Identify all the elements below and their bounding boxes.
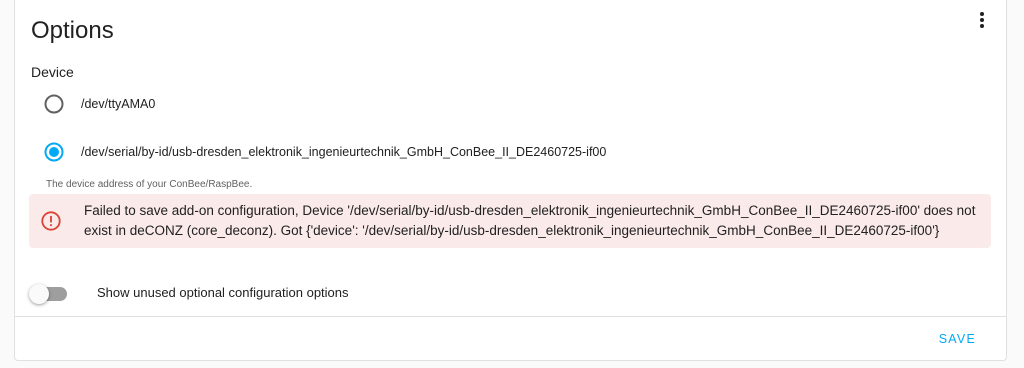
radio-option-label: /dev/ttyAMA0	[81, 97, 156, 111]
radio-checked-icon[interactable]	[44, 142, 64, 162]
error-message: Failed to save add-on configuration, Dev…	[84, 201, 984, 241]
toggle-thumb	[29, 284, 49, 304]
alert-circle-icon	[41, 211, 61, 231]
show-unused-options-row: Show unused optional configuration optio…	[29, 280, 349, 304]
device-helper-text: The device address of your ConBee/RaspBe…	[46, 179, 253, 190]
device-field-label: Device	[31, 64, 74, 80]
radio-option-label: /dev/serial/by-id/usb-dresden_elektronik…	[81, 145, 607, 159]
error-message-line: exist in deCONZ (core_deconz). Got {'dev…	[84, 223, 940, 238]
error-message-line: Failed to save add-on configuration, Dev…	[84, 203, 976, 218]
card-title: Options	[31, 17, 114, 44]
options-card: Options Device /dev/ttyAMA0 /dev/serial/…	[14, 0, 1007, 361]
save-button[interactable]: SAVE	[923, 324, 992, 354]
show-unused-options-label: Show unused optional configuration optio…	[97, 284, 349, 300]
radio-option-ttyama0[interactable]: /dev/ttyAMA0	[31, 84, 155, 124]
radio-option-conbee[interactable]: /dev/serial/by-id/usb-dresden_elektronik…	[31, 132, 606, 172]
card-actions-divider	[15, 316, 1006, 317]
dots-vertical-icon	[980, 12, 984, 28]
overflow-menu-button[interactable]	[970, 8, 994, 32]
radio-unchecked-icon[interactable]	[44, 94, 64, 114]
show-unused-options-toggle[interactable]	[29, 282, 67, 304]
error-alert: Failed to save add-on configuration, Dev…	[29, 194, 991, 248]
